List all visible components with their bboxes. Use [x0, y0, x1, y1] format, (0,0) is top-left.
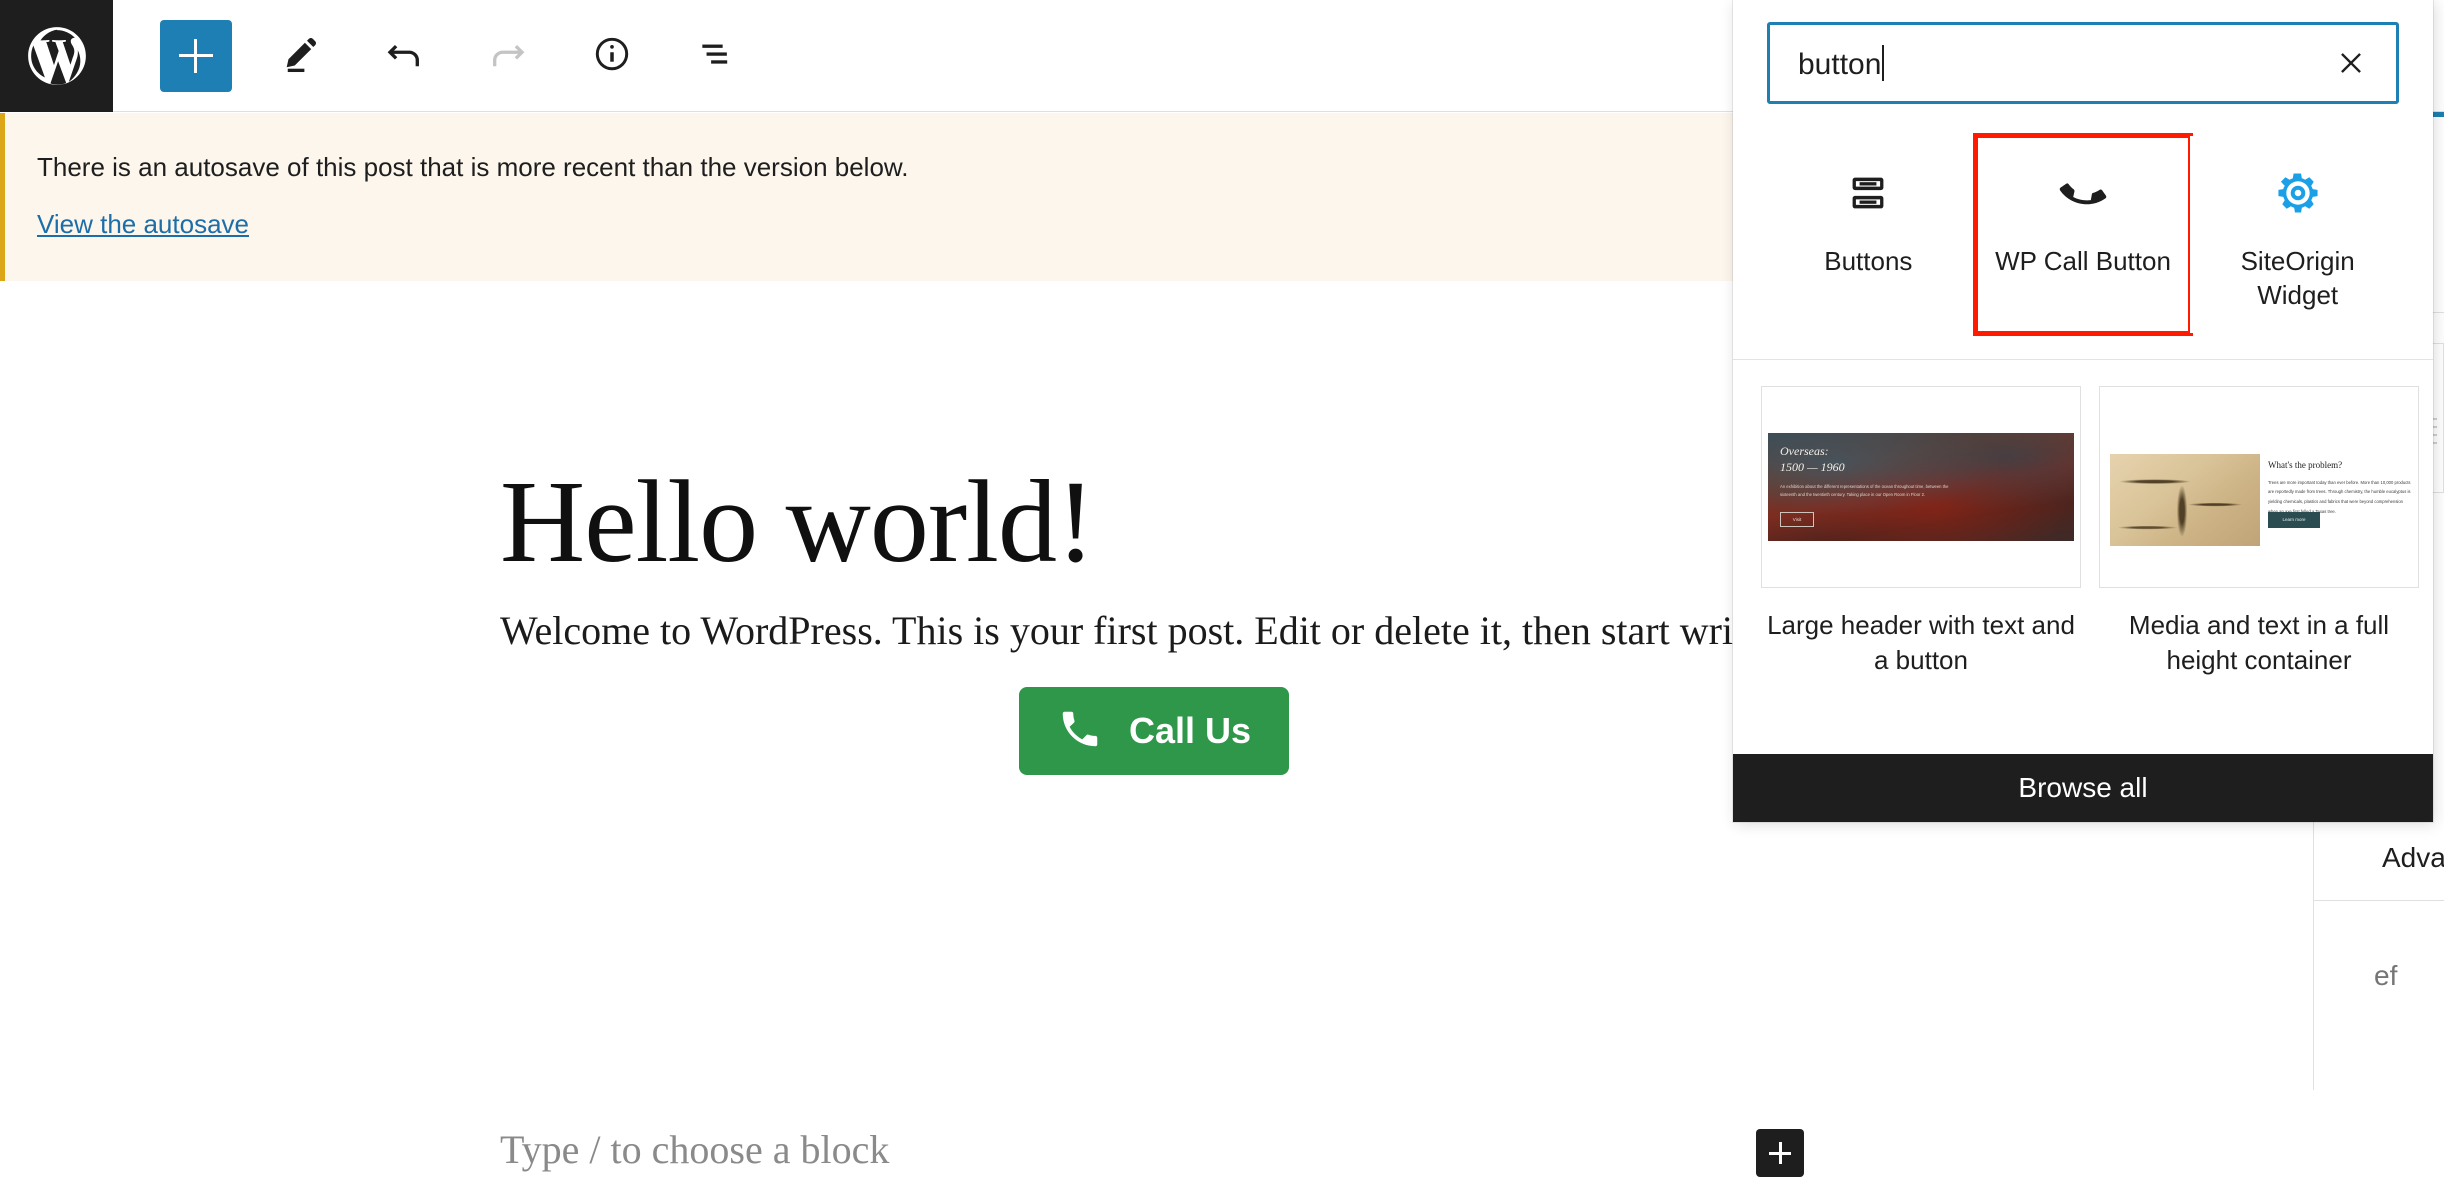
plus-icon	[1769, 1142, 1791, 1164]
search-input[interactable]: button	[1767, 22, 2399, 104]
block-results-list: Buttons WP Call Button SiteOrigin Widget	[1733, 126, 2433, 360]
block-inserter-panel: button Buttons WP Call Button SiteOrigin…	[1733, 0, 2433, 822]
wordpress-logo-icon	[24, 23, 90, 89]
post-title[interactable]: Hello world!	[500, 463, 1095, 581]
block-result-siteorigin-widget[interactable]: SiteOrigin Widget	[2190, 136, 2406, 333]
pattern-preview-heading-line1: Overseas:	[1780, 443, 1829, 458]
pattern-results-list: Overseas: 1500 — 1960 An exhibition abou…	[1733, 360, 2433, 684]
phone-icon	[1057, 706, 1103, 757]
plus-icon	[179, 38, 213, 73]
pencil-icon	[279, 33, 321, 78]
browse-all-button[interactable]: Browse all	[1733, 754, 2433, 822]
sidebar-effects-label: ef	[2374, 960, 2398, 991]
pattern-preview-image	[2110, 453, 2260, 546]
pattern-preview-button: Learn more	[2268, 511, 2320, 528]
pattern-preview-body: Trees are more important today than ever…	[2268, 479, 2411, 514]
block-result-buttons[interactable]: Buttons	[1761, 136, 1976, 333]
sidebar-advanced-toggle[interactable]: Advance	[2382, 842, 2444, 874]
undo-arrow-icon	[383, 33, 425, 78]
pattern-preview-body: An exhibition about the different repres…	[1780, 483, 1949, 498]
block-result-label: WP Call Button	[1995, 246, 2171, 276]
block-appender-button[interactable]	[1756, 1129, 1804, 1177]
block-result-wp-call-button[interactable]: WP Call Button	[1972, 133, 2194, 336]
add-block-button[interactable]	[160, 19, 232, 92]
empty-block-placeholder[interactable]: Type / to choose a block	[500, 1126, 889, 1173]
pattern-preview-heading-line2: 1500 — 1960	[1780, 459, 1845, 474]
redo-arrow-icon	[487, 33, 529, 78]
toolbar-buttons-group	[113, 0, 752, 112]
undo-button[interactable]	[368, 20, 440, 92]
view-autosave-link[interactable]: View the autosave	[37, 209, 249, 240]
pattern-result-media-text[interactable]: What's the problem? Trees are more impor…	[2099, 385, 2419, 678]
inserter-search-area: button	[1733, 0, 2433, 126]
pattern-preview-button: Visit	[1780, 511, 1814, 527]
phone-handset-icon	[2059, 162, 2107, 224]
details-button[interactable]	[576, 20, 648, 92]
autosave-notice-text: There is an autosave of this post that i…	[37, 152, 909, 182]
redo-button[interactable]	[472, 20, 544, 92]
info-circle-icon	[591, 33, 633, 78]
gear-icon	[2275, 162, 2321, 224]
pattern-result-large-header[interactable]: Overseas: 1500 — 1960 An exhibition abou…	[1761, 385, 2081, 678]
pattern-thumbnail: Overseas: 1500 — 1960 An exhibition abou…	[1761, 385, 2081, 588]
pattern-preview-mockup: What's the problem? Trees are more impor…	[2106, 397, 2412, 576]
pattern-preview-mockup: Overseas: 1500 — 1960 An exhibition abou…	[1768, 432, 2074, 541]
buttons-stack-icon	[1846, 162, 1890, 224]
edit-mode-button[interactable]	[264, 20, 336, 92]
wordpress-logo-button[interactable]	[0, 0, 113, 112]
list-view-button[interactable]	[680, 20, 752, 92]
pattern-thumbnail: What's the problem? Trees are more impor…	[2099, 385, 2419, 588]
call-us-button[interactable]: Call Us	[1019, 687, 1289, 775]
clear-search-button[interactable]	[2328, 40, 2374, 86]
pattern-caption: Media and text in a full height containe…	[2128, 609, 2390, 675]
search-input-value: button	[1798, 47, 1882, 81]
sidebar-divider	[2314, 900, 2444, 901]
block-result-label: Buttons	[1824, 246, 1913, 276]
call-us-button-label: Call Us	[1128, 710, 1252, 751]
pattern-preview-heading: What's the problem?	[2268, 459, 2343, 470]
block-result-label: SiteOrigin Widget	[2240, 246, 2355, 311]
autosave-notice: There is an autosave of this post that i…	[0, 113, 1733, 281]
text-caret	[1882, 44, 1885, 81]
pattern-caption: Large header with text and a button	[1767, 609, 2075, 675]
list-view-icon	[695, 33, 737, 78]
